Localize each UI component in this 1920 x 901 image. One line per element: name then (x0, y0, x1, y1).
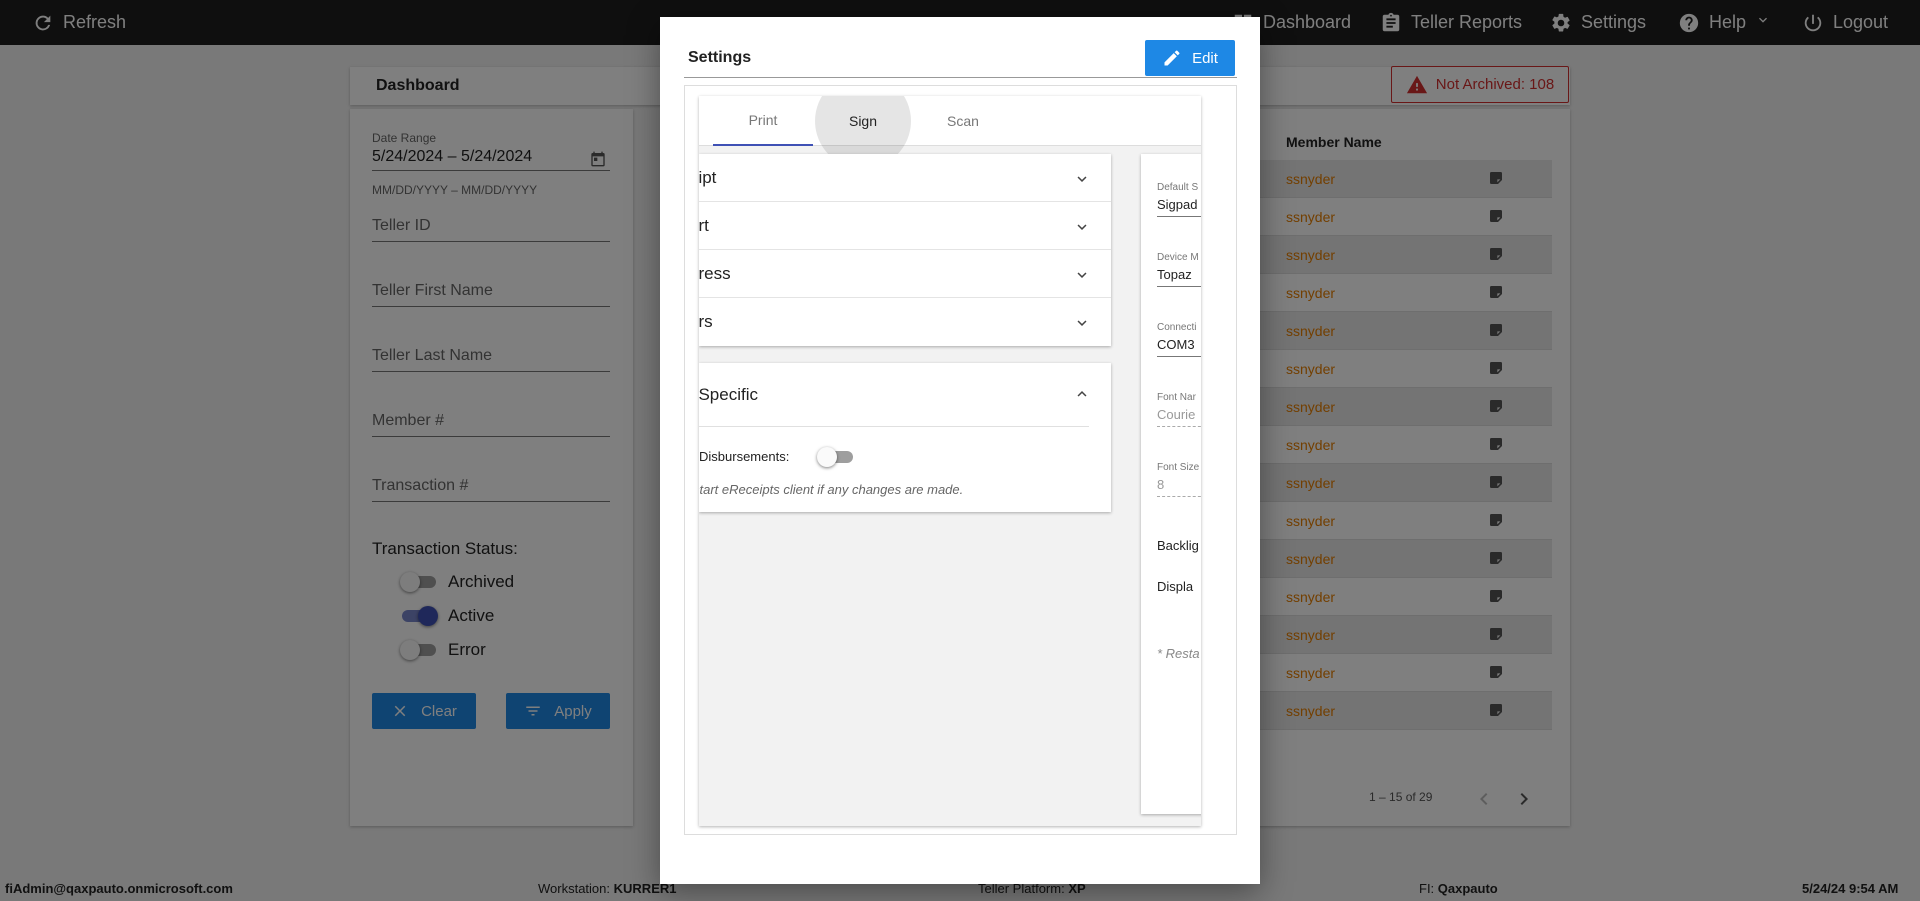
accordion-express-label: press (699, 264, 731, 283)
font-size-field: Font Size 8 (1157, 462, 1201, 497)
display-label: Displa (1157, 579, 1194, 594)
device-model-field[interactable]: Device M Topaz (1157, 252, 1201, 287)
pencil-icon (1164, 50, 1180, 66)
disbursements-label: Disbursements: (699, 449, 790, 464)
connection-field[interactable]: Connecti COM3 (1157, 322, 1201, 357)
chevron-down-icon (1073, 314, 1091, 332)
tab-scan[interactable]: Scan (913, 96, 1013, 146)
dialog-title: Settings (688, 49, 752, 66)
default-signature-field[interactable]: Default S Sigpad (1157, 182, 1201, 217)
backlight-label: Backlig (1157, 538, 1199, 553)
settings-tabs: Print Sign Scan (699, 96, 1201, 169)
restart-note: start eReceipts client if any changes ar… (699, 482, 964, 497)
divider (699, 426, 1089, 427)
accordion-printers[interactable]: ers (699, 298, 1111, 346)
font-name-field: Font Nar Courie (1157, 392, 1201, 427)
accordion-express[interactable]: press (699, 250, 1111, 298)
tab-sign[interactable]: Sign (813, 96, 913, 169)
settings-dialog: Settings Edit Print Sign Scan eipt ort p… (660, 17, 1260, 884)
settings-content: Print Sign Scan eipt ort press ers t (699, 96, 1201, 826)
tab-print[interactable]: Print (713, 96, 813, 146)
specific-panel-title[interactable]: t Specific (699, 385, 758, 405)
settings-accordion: eipt ort press ers (699, 154, 1111, 346)
disbursements-toggle[interactable] (817, 447, 853, 467)
accordion-report[interactable]: ort (699, 202, 1111, 250)
chevron-down-icon (1073, 266, 1091, 284)
accordion-receipt[interactable]: eipt (699, 154, 1111, 202)
chevron-down-icon (1073, 218, 1091, 236)
specific-settings-panel: t Specific Disbursements: start eReceipt… (699, 363, 1111, 512)
accordion-report-label: ort (699, 216, 709, 235)
chevron-down-icon (1073, 170, 1091, 188)
edit-button[interactable]: Edit (1145, 40, 1235, 76)
accordion-receipt-label: eipt (699, 168, 717, 187)
accordion-printers-label: ers (699, 312, 713, 331)
chevron-up-icon[interactable] (1073, 385, 1091, 403)
edit-label: Edit (1192, 49, 1218, 67)
device-settings-panel: Default S Sigpad Device M Topaz Connecti… (1141, 154, 1201, 814)
restart-note-right: * Resta (1157, 646, 1200, 661)
